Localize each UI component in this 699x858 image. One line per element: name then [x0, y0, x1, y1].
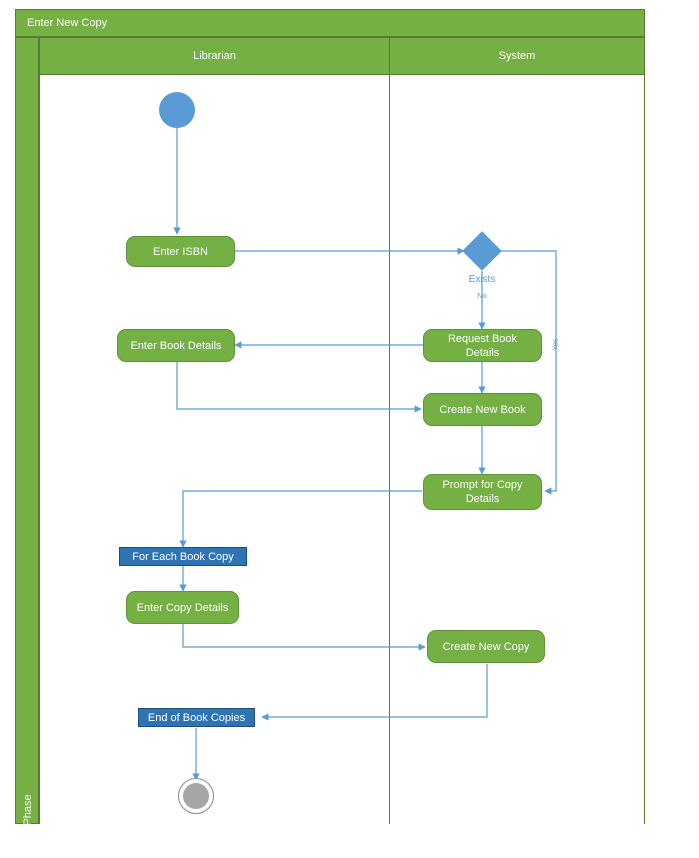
- decision-exists-label: Exists: [468, 274, 496, 285]
- activity-prompt-for-copy-details-label: Prompt for Copy Details: [442, 479, 523, 505]
- lane-header-librarian: Librarian: [39, 37, 390, 75]
- loop-end-label: End of Book Copies: [147, 711, 246, 724]
- loop-end-end-of-book-copies[interactable]: End of Book Copies: [138, 708, 255, 727]
- lane-body-system: [389, 75, 645, 824]
- activity-enter-book-details-label: Enter Book Details: [130, 339, 222, 352]
- lane-header-system: System: [389, 37, 645, 75]
- pool-title: Enter New Copy: [15, 9, 645, 37]
- start-node[interactable]: [159, 92, 195, 128]
- activity-create-new-book[interactable]: Create New Book: [423, 393, 542, 426]
- activity-diagram-canvas: Enter New Copy Phase Librarian System En…: [0, 0, 699, 836]
- activity-enter-copy-details-label: Enter Copy Details: [136, 601, 229, 614]
- loop-start-label: For Each Book Copy: [132, 550, 234, 563]
- branch-label-yes: Yes: [550, 338, 560, 351]
- activity-create-new-book-label: Create New Book: [439, 403, 526, 416]
- activity-create-new-copy[interactable]: Create New Copy: [427, 630, 545, 663]
- end-node[interactable]: [178, 778, 214, 814]
- branch-label-no: No: [477, 291, 487, 300]
- activity-enter-book-details[interactable]: Enter Book Details: [117, 329, 235, 362]
- activity-request-book-details-label: Request Book Details: [447, 332, 518, 359]
- activity-create-new-copy-label: Create New Copy: [442, 640, 530, 653]
- phase-band: Phase: [15, 37, 39, 826]
- end-node-core: [182, 782, 209, 809]
- activity-enter-isbn-label: Enter ISBN: [152, 245, 209, 258]
- activity-enter-copy-details[interactable]: Enter Copy Details: [126, 591, 239, 624]
- loop-start-for-each-book-copy[interactable]: For Each Book Copy: [119, 547, 247, 566]
- activity-prompt-for-copy-details[interactable]: Prompt for Copy Details: [423, 474, 542, 510]
- phase-label: Phase: [22, 794, 34, 826]
- activity-enter-isbn[interactable]: Enter ISBN: [126, 236, 235, 267]
- activity-request-book-details[interactable]: Request Book Details: [423, 329, 542, 362]
